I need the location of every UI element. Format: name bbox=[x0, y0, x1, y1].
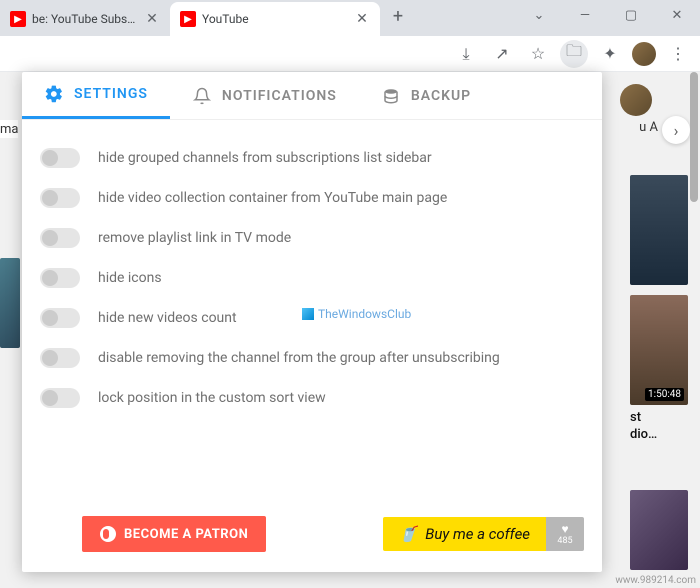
heart-icon: ♥ bbox=[561, 522, 568, 536]
extensions-puzzle-icon[interactable]: ✦ bbox=[596, 40, 624, 68]
close-tab-icon[interactable]: ✕ bbox=[354, 11, 370, 27]
tab-settings[interactable]: SETTINGS bbox=[22, 72, 170, 119]
extension-folder-icon[interactable]: 🗀 bbox=[560, 40, 588, 68]
setting-row: hide new videos count bbox=[40, 298, 584, 338]
likes-count: 485 bbox=[557, 536, 572, 546]
setting-row: hide grouped channels from subscriptions… bbox=[40, 138, 584, 178]
scroll-right-button[interactable]: › bbox=[662, 116, 690, 144]
new-tab-button[interactable]: + bbox=[384, 2, 412, 30]
window-controls: ⌄ — ▢ ✕ bbox=[516, 0, 700, 30]
extension-popup: SETTINGS NOTIFICATIONS BACKUP hide group… bbox=[22, 72, 602, 572]
share-icon[interactable]: ↗ bbox=[488, 40, 516, 68]
video-thumbnail[interactable] bbox=[630, 490, 688, 570]
tab-backup[interactable]: BACKUP bbox=[359, 72, 493, 119]
coffee-cup-icon: 🥤 bbox=[399, 525, 418, 543]
profile-avatar[interactable] bbox=[632, 42, 656, 66]
setting-row: disable removing the channel from the gr… bbox=[40, 338, 584, 378]
more-menu-icon[interactable]: ⋮ bbox=[664, 40, 692, 68]
panel-tabstrip: SETTINGS NOTIFICATIONS BACKUP bbox=[22, 72, 602, 120]
maximize-button[interactable]: ▢ bbox=[608, 0, 654, 30]
browser-tab-active[interactable]: ▶ YouTube ✕ bbox=[170, 2, 380, 36]
setting-label: lock position in the custom sort view bbox=[98, 389, 326, 408]
tab-label: NOTIFICATIONS bbox=[222, 88, 337, 104]
gear-icon bbox=[44, 84, 64, 104]
panel-footer: BECOME A PATRON 🥤 Buy me a coffee ♥ 485 bbox=[22, 500, 602, 572]
setting-row: hide icons bbox=[40, 258, 584, 298]
youtube-favicon: ▶ bbox=[180, 11, 196, 27]
download-icon[interactable]: ⤓ bbox=[452, 40, 480, 68]
video-duration-badge: 1:50:48 bbox=[645, 388, 684, 401]
toggle-switch[interactable] bbox=[40, 388, 80, 408]
chevron-down-icon[interactable]: ⌄ bbox=[516, 0, 562, 30]
backup-icon bbox=[381, 86, 401, 106]
setting-label: disable removing the channel from the gr… bbox=[98, 349, 500, 368]
likes-counter[interactable]: ♥ 485 bbox=[546, 517, 584, 551]
star-icon[interactable]: ☆ bbox=[524, 40, 552, 68]
tab-title: YouTube bbox=[202, 12, 348, 26]
tab-notifications[interactable]: NOTIFICATIONS bbox=[170, 72, 359, 119]
setting-label: hide grouped channels from subscriptions… bbox=[98, 149, 432, 168]
close-window-button[interactable]: ✕ bbox=[654, 0, 700, 30]
donate-group: 🥤 Buy me a coffee ♥ 485 bbox=[383, 517, 584, 551]
settings-list[interactable]: hide grouped channels from subscriptions… bbox=[22, 120, 602, 500]
browser-tab[interactable]: ▶ be: YouTube Subscriptio ✕ bbox=[0, 2, 170, 36]
setting-label: hide icons bbox=[98, 269, 162, 288]
youtube-account-avatar[interactable] bbox=[620, 84, 652, 116]
toggle-switch[interactable] bbox=[40, 308, 80, 328]
coffee-label: Buy me a coffee bbox=[425, 525, 530, 543]
browser-toolbar: ⤓ ↗ ☆ 🗀 ✦ ⋮ bbox=[0, 36, 700, 72]
minimize-button[interactable]: — bbox=[562, 0, 608, 30]
browser-titlebar: ▶ be: YouTube Subscriptio ✕ ▶ YouTube ✕ … bbox=[0, 0, 700, 36]
video-thumbnail[interactable] bbox=[630, 175, 688, 285]
bg-text-fragment: u A bbox=[639, 120, 658, 135]
close-tab-icon[interactable]: ✕ bbox=[144, 11, 160, 27]
page-scrollbar[interactable] bbox=[690, 72, 698, 202]
setting-label: hide video collection container from You… bbox=[98, 189, 447, 208]
video-thumbnail[interactable] bbox=[0, 258, 20, 348]
video-thumbnail[interactable]: 1:50:48 bbox=[630, 295, 688, 405]
setting-label: hide new videos count bbox=[98, 309, 237, 328]
setting-row: remove playlist link in TV mode bbox=[40, 218, 584, 258]
setting-row: hide video collection container from You… bbox=[40, 178, 584, 218]
buy-coffee-button[interactable]: 🥤 Buy me a coffee bbox=[383, 517, 546, 551]
toggle-switch[interactable] bbox=[40, 148, 80, 168]
bg-text-fragment: ma bbox=[0, 120, 18, 138]
tab-label: BACKUP bbox=[411, 88, 471, 104]
become-patron-button[interactable]: BECOME A PATRON bbox=[82, 516, 266, 552]
toggle-switch[interactable] bbox=[40, 228, 80, 248]
patreon-icon bbox=[100, 526, 116, 542]
video-title-fragment: st dio… bbox=[630, 410, 688, 444]
tab-title: be: YouTube Subscriptio bbox=[32, 12, 138, 26]
tab-strip: ▶ be: YouTube Subscriptio ✕ ▶ YouTube ✕ … bbox=[0, 2, 412, 36]
patron-label: BECOME A PATRON bbox=[124, 527, 248, 542]
toggle-switch[interactable] bbox=[40, 268, 80, 288]
toggle-switch[interactable] bbox=[40, 188, 80, 208]
youtube-favicon: ▶ bbox=[10, 11, 26, 27]
tab-label: SETTINGS bbox=[74, 86, 148, 102]
bell-icon bbox=[192, 86, 212, 106]
toggle-switch[interactable] bbox=[40, 348, 80, 368]
setting-label: remove playlist link in TV mode bbox=[98, 229, 291, 248]
source-watermark: www.989214.com bbox=[615, 575, 696, 586]
setting-row: lock position in the custom sort view bbox=[40, 378, 584, 418]
